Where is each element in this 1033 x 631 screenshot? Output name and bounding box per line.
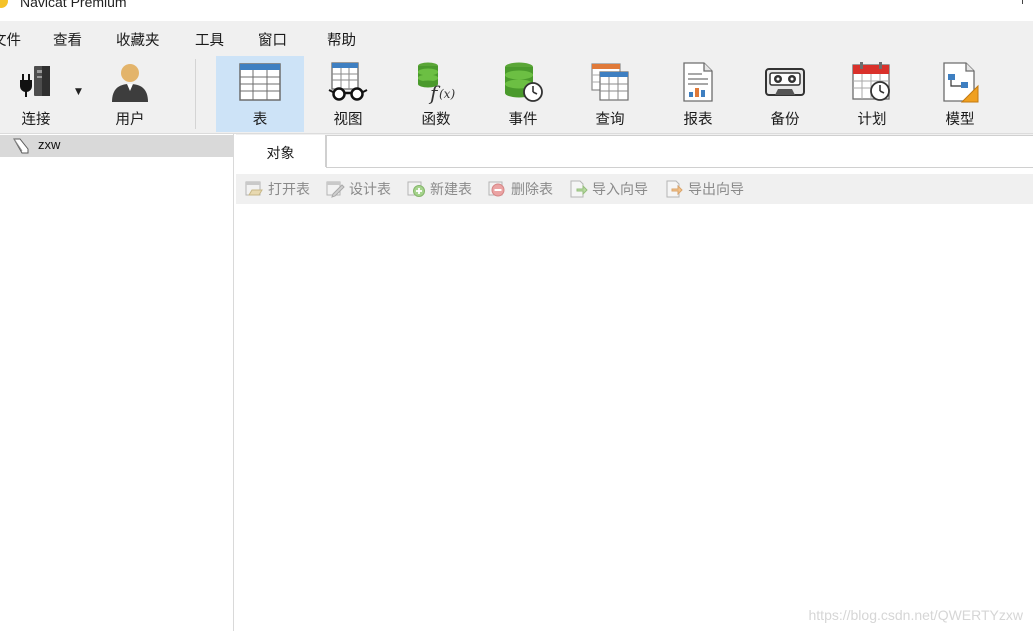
function-label: 函数	[421, 112, 451, 128]
model-icon	[943, 62, 979, 103]
backup-label: 备份	[770, 112, 800, 128]
svg-text:(x): (x)	[439, 87, 455, 101]
title-bar: Navicat Premium	[0, 0, 1033, 20]
user-label: 用户	[115, 112, 145, 128]
open-table-label: 打开表	[268, 182, 310, 198]
model-label: 模型	[945, 112, 975, 128]
connection-dropdown-caret-icon[interactable]: ▼	[75, 87, 82, 97]
query-icon	[591, 63, 629, 101]
connection-node-icon	[13, 138, 29, 154]
menu-favorites[interactable]: 收藏夹	[116, 29, 160, 50]
user-button[interactable]: 用户	[100, 56, 160, 132]
window-title: Navicat Premium	[20, 0, 127, 10]
menu-file[interactable]: 文件	[0, 29, 21, 50]
export-wizard-label: 导出向导	[688, 182, 744, 198]
menu-help[interactable]: 帮助	[327, 29, 356, 50]
design-table-icon	[326, 181, 345, 198]
tab-strip-empty	[326, 135, 1033, 168]
query-button[interactable]: 查询	[580, 56, 640, 132]
event-button[interactable]: 事件	[493, 56, 553, 132]
menu-bar: 文件 查看 收藏夹 工具 窗口 帮助	[0, 21, 1033, 55]
toolbar-separator	[195, 59, 196, 129]
app-logo-icon	[0, 0, 8, 8]
user-icon	[112, 64, 148, 102]
table-button[interactable]: 表	[216, 56, 304, 132]
tab-bar: 对象	[236, 134, 1033, 168]
query-label: 查询	[595, 112, 625, 128]
view-button[interactable]: 视图	[318, 56, 378, 132]
connection-tree-pane: zxw	[0, 134, 234, 631]
connection-button[interactable]: 连接	[5, 56, 67, 132]
schedule-label: 计划	[857, 112, 887, 128]
report-label: 报表	[683, 112, 713, 128]
report-icon	[683, 62, 713, 102]
open-table-icon	[245, 181, 263, 196]
connection-name: zxw	[38, 137, 61, 152]
function-icon: f (x)	[418, 62, 455, 104]
object-pane: 对象 打开表 设计表 新建表 删除表 导入向导 导出向导 https://blo…	[236, 134, 1033, 631]
navicat-window: Navicat Premium 文件 查看 收藏夹 工具 窗口 帮助 连接 ▼	[0, 0, 1033, 631]
connection-tree-item[interactable]: zxw	[0, 135, 233, 157]
main-toolbar: 连接 ▼ 用户 表 视图 f (x) 函数 事件 查询 报表 备份 计划 模型	[0, 55, 1033, 134]
design-table-label: 设计表	[349, 182, 391, 198]
tab-objects-label: 对象	[266, 146, 295, 162]
event-icon	[505, 62, 543, 102]
import-wizard-label: 导入向导	[592, 182, 648, 198]
delete-table-label: 删除表	[511, 182, 553, 198]
backup-icon	[765, 68, 805, 96]
view-label: 视图	[333, 112, 363, 128]
schedule-icon	[852, 62, 890, 101]
object-list-area[interactable]: https://blog.csdn.net/QWERTYzxw	[236, 204, 1033, 631]
export-wizard-icon	[666, 180, 683, 198]
event-label: 事件	[508, 112, 538, 128]
new-table-label: 新建表	[430, 182, 472, 198]
watermark-text: https://blog.csdn.net/QWERTYzxw	[808, 607, 1024, 623]
window-control-button[interactable]	[1022, 0, 1031, 4]
new-table-icon	[407, 181, 425, 197]
menu-window[interactable]: 窗口	[258, 29, 287, 50]
schedule-button[interactable]: 计划	[842, 56, 902, 132]
table-label: 表	[252, 112, 268, 128]
report-button[interactable]: 报表	[668, 56, 728, 132]
table-icon	[239, 63, 281, 101]
delete-table-icon	[488, 181, 505, 197]
import-wizard-icon	[570, 180, 588, 198]
connection-icon	[20, 66, 50, 97]
menu-tools[interactable]: 工具	[195, 29, 224, 50]
model-button[interactable]: 模型	[930, 56, 990, 132]
tab-objects[interactable]: 对象	[236, 135, 326, 167]
connection-label: 连接	[21, 112, 51, 128]
menu-view[interactable]: 查看	[53, 29, 82, 50]
function-button[interactable]: f (x) 函数	[406, 56, 466, 132]
view-icon	[328, 62, 368, 101]
backup-button[interactable]: 备份	[755, 56, 815, 132]
object-action-bar: 打开表 设计表 新建表 删除表 导入向导 导出向导	[236, 174, 1033, 204]
